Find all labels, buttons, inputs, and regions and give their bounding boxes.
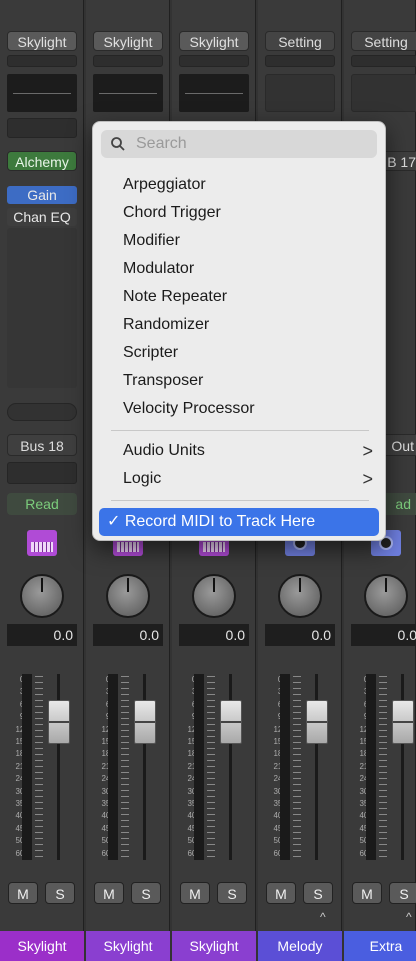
search-field[interactable]: Search [101, 130, 377, 158]
track-name[interactable]: Skylight [0, 931, 84, 961]
track-name[interactable]: Extra [344, 931, 416, 961]
keyboard-icon[interactable] [27, 530, 57, 556]
fader-ticks [121, 676, 129, 858]
pan-knob[interactable] [106, 574, 150, 618]
send-slot[interactable] [7, 403, 77, 421]
search-placeholder: Search [136, 135, 187, 152]
output-button[interactable]: Bus 18 [7, 434, 77, 456]
menu-item-arpeggiator[interactable]: Arpeggiator [123, 172, 373, 198]
solo-button[interactable]: S [217, 882, 247, 904]
eq-display[interactable] [179, 74, 249, 112]
midi-fx-menu: Search Arpeggiator Chord Trigger Modifie… [92, 121, 386, 541]
menu-item-velocity-processor[interactable]: Velocity Processor [123, 396, 373, 422]
fader-ticks [207, 676, 215, 858]
volume-fader[interactable] [134, 700, 156, 744]
search-icon [111, 137, 125, 151]
automation-mode[interactable]: Read [7, 493, 77, 515]
menu-separator [111, 500, 369, 501]
channel-strip-1: Skylight Alchemy Gain Chan EQ Bus 18 Rea… [0, 0, 84, 961]
track-name[interactable]: Melody [258, 931, 342, 961]
group-slot[interactable] [7, 462, 77, 484]
automation-label: ad [395, 496, 411, 512]
menu-separator [111, 430, 369, 431]
fx-empty-area[interactable] [7, 228, 77, 388]
eq-display[interactable] [265, 74, 335, 112]
level-meter [280, 674, 290, 860]
eq-slot[interactable] [179, 55, 249, 67]
fader-ticks [379, 676, 387, 858]
instrument-slot[interactable]: Alchemy [7, 151, 77, 171]
menu-item-record-midi-to-track-here[interactable]: ✓ Record MIDI to Track Here [99, 508, 379, 536]
solo-button[interactable]: S [389, 882, 416, 904]
pan-value: 0.0 [351, 624, 416, 646]
chevron-right-icon: > [362, 469, 373, 489]
menu-item-audio-units[interactable]: Audio Units > [123, 438, 373, 464]
chevron-up-icon[interactable]: ^ [320, 910, 326, 924]
volume-fader[interactable] [48, 700, 70, 744]
fx-slot-chan-eq[interactable]: Chan EQ [7, 208, 77, 226]
setting-button[interactable]: Setting [265, 31, 335, 51]
pan-knob[interactable] [192, 574, 236, 618]
mute-button[interactable]: M [266, 882, 296, 904]
output-label: Out [391, 438, 414, 454]
level-meter [194, 674, 204, 860]
submenu-label: Logic [123, 470, 162, 487]
menu-item-transposer[interactable]: Transposer [123, 368, 373, 394]
chevron-up-icon[interactable]: ^ [406, 910, 412, 924]
level-meter [366, 674, 376, 860]
submenu-label: Audio Units [123, 442, 205, 459]
pan-knob[interactable] [364, 574, 408, 618]
menu-item-note-repeater[interactable]: Note Repeater [123, 284, 373, 310]
fader-ticks [293, 676, 301, 858]
eq-display[interactable] [93, 74, 163, 112]
menu-item-randomizer[interactable]: Randomizer [123, 312, 373, 338]
pan-knob[interactable] [278, 574, 322, 618]
solo-button[interactable]: S [303, 882, 333, 904]
volume-fader[interactable] [306, 700, 328, 744]
menu-item-modulator[interactable]: Modulator [123, 256, 373, 282]
level-meter [22, 674, 32, 860]
eq-slot[interactable] [265, 55, 335, 67]
pan-knob[interactable] [20, 574, 64, 618]
volume-fader[interactable] [392, 700, 414, 744]
fader-ticks [35, 676, 43, 858]
pan-value: 0.0 [93, 624, 163, 646]
menu-item-modifier[interactable]: Modifier [123, 228, 373, 254]
solo-button[interactable]: S [131, 882, 161, 904]
solo-button[interactable]: S [45, 882, 75, 904]
setting-button[interactable]: Setting [351, 31, 416, 51]
chevron-right-icon: > [362, 441, 373, 461]
menu-item-logic[interactable]: Logic > [123, 466, 373, 492]
mute-button[interactable]: M [8, 882, 38, 904]
mute-button[interactable]: M [94, 882, 124, 904]
eq-display[interactable] [351, 74, 416, 112]
eq-display[interactable] [7, 74, 77, 112]
eq-slot[interactable] [93, 55, 163, 67]
midi-fx-slot[interactable] [7, 118, 77, 138]
fx-slot-gain[interactable]: Gain [7, 186, 77, 204]
setting-button[interactable]: Skylight [93, 31, 163, 51]
volume-fader[interactable] [220, 700, 242, 744]
pan-value: 0.0 [265, 624, 335, 646]
mute-button[interactable]: M [180, 882, 210, 904]
mute-button[interactable]: M [352, 882, 382, 904]
track-name[interactable]: Skylight [172, 931, 256, 961]
instrument-label: B 17 [387, 154, 416, 170]
eq-slot[interactable] [7, 55, 77, 67]
setting-button[interactable]: Skylight [179, 31, 249, 51]
eq-slot[interactable] [351, 55, 416, 67]
menu-item-scripter[interactable]: Scripter [123, 340, 373, 366]
level-meter [108, 674, 118, 860]
track-name[interactable]: Skylight [86, 931, 170, 961]
menu-item-chord-trigger[interactable]: Chord Trigger [123, 200, 373, 226]
setting-button[interactable]: Skylight [7, 31, 77, 51]
pan-value: 0.0 [7, 624, 77, 646]
pan-value: 0.0 [179, 624, 249, 646]
